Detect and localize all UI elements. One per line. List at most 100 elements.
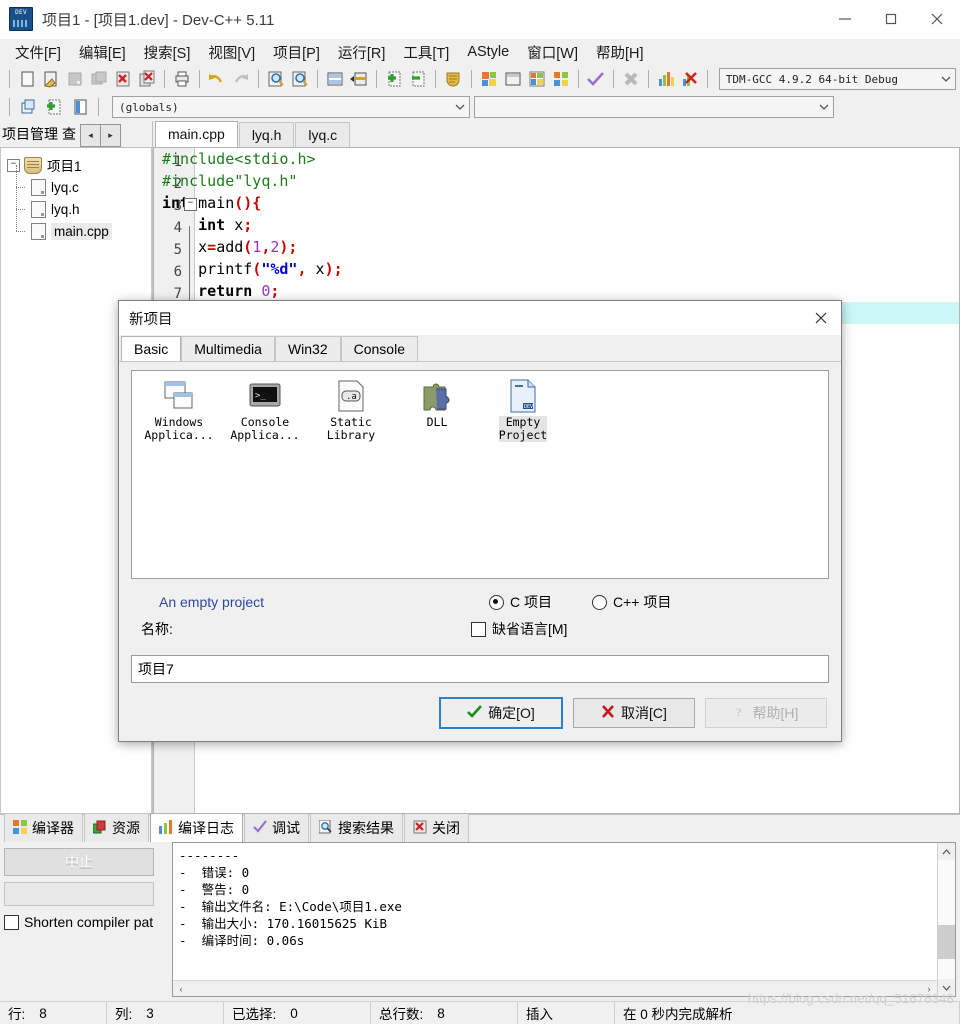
stop-icon[interactable]: [620, 68, 642, 90]
add-file-icon[interactable]: [42, 96, 66, 118]
tab-close[interactable]: 关闭: [404, 813, 469, 842]
menu-run[interactable]: 运行[R]: [329, 39, 395, 66]
tab-compile-log[interactable]: 编译日志: [150, 813, 243, 842]
menu-edit[interactable]: 编辑[E]: [70, 39, 135, 66]
tree-expander-icon[interactable]: −: [7, 158, 20, 172]
menu-search[interactable]: 搜索[S]: [135, 39, 200, 66]
scope-select[interactable]: (globals): [112, 96, 470, 118]
log-vertical-scrollbar[interactable]: [937, 843, 955, 996]
menu-project[interactable]: 项目[P]: [264, 39, 329, 66]
radio-cpp-project-indicator[interactable]: [592, 594, 607, 610]
close-button[interactable]: [914, 0, 960, 38]
file-icon: [31, 200, 46, 218]
menu-window[interactable]: 窗口[W]: [518, 39, 587, 66]
compiler-select[interactable]: TDM-GCC 4.9.2 64-bit Debug: [718, 68, 957, 90]
menu-help[interactable]: 帮助[H]: [587, 39, 653, 66]
dialog-tab-basic[interactable]: Basic: [121, 336, 182, 361]
dialog-tab-win32[interactable]: Win32: [274, 336, 341, 361]
template-empty-project[interactable]: DEV Empty Project: [480, 379, 566, 442]
find-icon[interactable]: [265, 68, 287, 90]
radio-cpp-project[interactable]: C++ 项目: [592, 592, 671, 612]
tab-compiler[interactable]: 编译器: [4, 813, 83, 842]
template-windows-application[interactable]: Windows Applica...: [136, 379, 222, 442]
close-all-icon[interactable]: [136, 68, 158, 90]
vscroll-thumb[interactable]: [938, 925, 955, 960]
add-to-project-icon[interactable]: [383, 68, 405, 90]
undo-icon[interactable]: [206, 68, 228, 90]
template-console-application[interactable]: >_ Console Applica...: [222, 379, 308, 442]
tab-project-manager[interactable]: 项目管理: [0, 121, 60, 147]
menu-view[interactable]: 视图[V]: [199, 39, 264, 66]
default-language-row[interactable]: 缺省语言[M]: [471, 619, 567, 639]
svg-text:DEV: DEV: [524, 404, 533, 410]
template-dll[interactable]: DLL: [394, 379, 480, 442]
tree-item-main-cpp[interactable]: main.cpp: [3, 209, 149, 242]
rebuild-icon[interactable]: [550, 68, 572, 90]
profile-icon[interactable]: [655, 68, 677, 90]
syntax-check-icon[interactable]: [585, 68, 607, 90]
shorten-compiler-paths-row[interactable]: Shorten compiler pat: [4, 914, 172, 930]
tree-root-node[interactable]: − 项目1: [3, 154, 149, 176]
close-file-icon[interactable]: [112, 68, 134, 90]
radio-c-project[interactable]: C 项目: [489, 592, 552, 612]
scroll-up-icon[interactable]: [938, 843, 955, 860]
editor-tab-lyq-h[interactable]: lyq.h: [238, 122, 295, 147]
scroll-left-icon[interactable]: ‹: [173, 984, 189, 994]
tree-item-lyq-h[interactable]: lyq.h: [3, 187, 149, 220]
dialog-tab-multimedia[interactable]: Multimedia: [181, 336, 275, 361]
scroll-right-icon[interactable]: ›: [921, 984, 937, 994]
ok-button[interactable]: 确定[O]: [439, 697, 563, 729]
open-file-icon[interactable]: [40, 68, 62, 90]
cancel-button[interactable]: 取消[C]: [573, 698, 695, 728]
compile-run-icon[interactable]: [526, 68, 548, 90]
goto-function-icon[interactable]: [348, 68, 370, 90]
bottom-panel-tabs: 编译器 资源 编译日志 调试 搜索结果 关闭: [0, 813, 960, 842]
static-library-icon: .a: [334, 379, 368, 413]
scroll-down-icon[interactable]: [938, 979, 955, 996]
project-name-input[interactable]: 项目7: [131, 655, 829, 683]
menu-tools[interactable]: 工具[T]: [394, 39, 458, 66]
tab-resources[interactable]: 资源: [84, 813, 149, 842]
save-icon[interactable]: [64, 68, 86, 90]
tab-debug[interactable]: 调试: [244, 813, 309, 842]
project-options-icon[interactable]: [442, 68, 464, 90]
tab-scroll-right-icon[interactable]: ▸: [100, 124, 121, 147]
shorten-compiler-paths-checkbox[interactable]: [4, 914, 19, 930]
editor-tab-main-cpp[interactable]: main.cpp: [155, 121, 238, 147]
new-file-icon[interactable]: [16, 68, 38, 90]
member-select[interactable]: [474, 96, 834, 118]
remove-from-project-icon[interactable]: [407, 68, 429, 90]
tree-item-lyq-c[interactable]: lyq.c: [3, 165, 149, 198]
tab-label: 调试: [272, 820, 300, 836]
menu-astyle[interactable]: AStyle: [458, 41, 518, 63]
compile-icon[interactable]: [478, 68, 500, 90]
new-project-icon[interactable]: [16, 96, 40, 118]
default-language-checkbox[interactable]: [471, 621, 486, 637]
delete-profile-icon[interactable]: [679, 68, 701, 90]
redo-icon[interactable]: [230, 68, 252, 90]
run-icon[interactable]: [502, 68, 524, 90]
dialog-tab-console[interactable]: Console: [340, 336, 418, 361]
dialog-close-button[interactable]: [801, 301, 841, 335]
tab-search-results[interactable]: 搜索结果: [310, 813, 403, 842]
tab-classes[interactable]: 查: [60, 121, 78, 147]
project-panel-tabs: 项目管理 查 ◂ ▸: [0, 121, 152, 148]
replace-icon[interactable]: [289, 68, 311, 90]
editor-tab-lyq-c[interactable]: lyq.c: [295, 122, 351, 147]
save-all-icon[interactable]: [88, 68, 110, 90]
tab-label: 搜索结果: [338, 820, 394, 836]
menu-file[interactable]: 文件[F]: [6, 39, 70, 66]
goto-line-icon[interactable]: [324, 68, 346, 90]
maximize-button[interactable]: [868, 0, 914, 38]
fold-toggle-icon[interactable]: −: [184, 198, 197, 211]
project-panel-icon[interactable]: [68, 96, 92, 118]
print-icon[interactable]: [171, 68, 193, 90]
radio-c-project-indicator[interactable]: [489, 594, 504, 610]
template-static-library[interactable]: .a Static Library: [308, 379, 394, 442]
tab-label: 编译器: [32, 820, 74, 836]
vscroll-track[interactable]: [938, 860, 955, 979]
tab-scroll-left-icon[interactable]: ◂: [80, 124, 101, 147]
log-horizontal-scrollbar[interactable]: ‹ ›: [173, 980, 937, 996]
minimize-button[interactable]: [822, 0, 868, 38]
